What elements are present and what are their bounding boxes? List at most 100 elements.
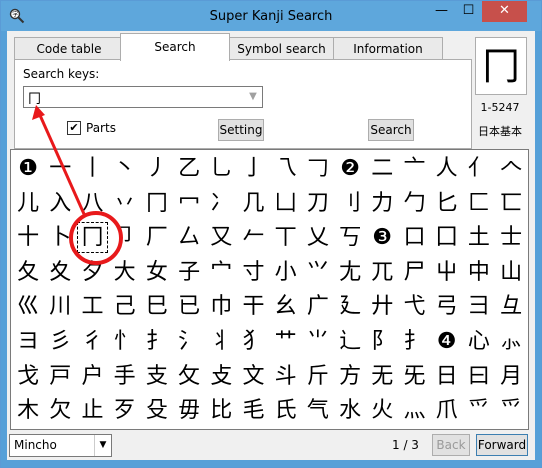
kanji-cell[interactable]: 乁 [270, 152, 302, 185]
kanji-cell[interactable]: 扌 [141, 325, 173, 358]
kanji-cell[interactable]: 攴 [205, 360, 237, 393]
kanji-cell[interactable]: 夂 [12, 256, 44, 289]
kanji-cell[interactable]: 凵 [270, 187, 302, 220]
kanji-cell[interactable]: ヨ [12, 325, 44, 358]
kanji-cell[interactable]: 丿 [141, 152, 173, 185]
kanji-cell[interactable]: 方 [334, 360, 366, 393]
kanji-cell[interactable]: 日 [431, 360, 463, 393]
kanji-cell[interactable]: 𠂉 [237, 221, 269, 254]
kanji-cell[interactable]: 丶 [109, 152, 141, 185]
kanji-cell[interactable]: 卩 [109, 221, 141, 254]
kanji-cell[interactable]: 土 [463, 221, 495, 254]
chevron-down-icon[interactable]: ▼ [94, 435, 111, 456]
kanji-cell[interactable]: 止 [76, 394, 108, 427]
kanji-cell[interactable]: 手 [109, 360, 141, 393]
kanji-cell[interactable]: ⺤ [495, 394, 527, 427]
kanji-cell[interactable]: 户 [76, 360, 108, 393]
kanji-cell[interactable]: 丅 [270, 221, 302, 254]
minimize-button[interactable]: — [428, 1, 455, 22]
kanji-cell[interactable]: ⺗ [495, 325, 527, 358]
kanji-cell[interactable]: 辶 [334, 325, 366, 358]
kanji-cell[interactable]: 匕 [431, 187, 463, 220]
kanji-cell[interactable]: 儿 [12, 187, 44, 220]
kanji-cell[interactable]: 八 [76, 187, 108, 220]
kanji-cell[interactable]: 斗 [270, 360, 302, 393]
kanji-cell[interactable]: 亻 [463, 152, 495, 185]
kanji-cell[interactable]: 弋 [398, 290, 430, 323]
kanji-cell[interactable]: 乙 [173, 152, 205, 185]
kanji-cell[interactable]: 女 [141, 256, 173, 289]
kanji-cell[interactable]: 尸 [398, 256, 430, 289]
kanji-cell[interactable]: 无 [366, 360, 398, 393]
kanji-cell[interactable]: 刀 [302, 187, 334, 220]
kanji-cell[interactable]: 勹 [398, 187, 430, 220]
kanji-cell[interactable]: 巳 [141, 290, 173, 323]
kanji-cell[interactable]: 已 [173, 290, 205, 323]
kanji-cell[interactable]: 寸 [237, 256, 269, 289]
kanji-cell[interactable]: 巛 [12, 290, 44, 323]
forward-button[interactable]: Forward [476, 434, 528, 456]
kanji-cell[interactable]: 彐 [463, 290, 495, 323]
kanji-cell[interactable]: 毛 [237, 394, 269, 427]
kanji-cell[interactable]: 几 [237, 187, 269, 220]
kanji-cell[interactable]: 木 [12, 394, 44, 427]
kanji-cell[interactable]: 宀 [205, 256, 237, 289]
kanji-cell[interactable]: 工 [76, 290, 108, 323]
kanji-cell[interactable]: 爪 [431, 394, 463, 427]
kanji-cell[interactable]: 力 [366, 187, 398, 220]
kanji-cell[interactable]: 十 [12, 221, 44, 254]
kanji-cell[interactable]: 广 [302, 290, 334, 323]
font-select[interactable]: Mincho ▼ [9, 434, 112, 457]
title-bar[interactable]: 字 Super Kanji Search — ☐ ✕ [1, 1, 541, 31]
kanji-cell[interactable]: 爫 [463, 394, 495, 427]
kanji-cell[interactable]: 𠃌 [302, 152, 334, 185]
kanji-cell[interactable]: 又 [205, 221, 237, 254]
kanji-cell[interactable]: 氏 [270, 394, 302, 427]
kanji-cell[interactable]: 冂 [141, 187, 173, 220]
kanji-cell[interactable]: 旡 [398, 360, 430, 393]
kanji-cell[interactable]: 丂 [334, 221, 366, 254]
tab-symbol-search[interactable]: Symbol search [228, 37, 335, 60]
kanji-cell[interactable]: 中 [463, 256, 495, 289]
kanji-cell[interactable]: 亠 [398, 152, 430, 185]
kanji-cell[interactable]: 幺 [270, 290, 302, 323]
tab-code-table[interactable]: Code table [14, 37, 124, 60]
kanji-cell[interactable]: 己 [109, 290, 141, 323]
dropdown-arrow-icon[interactable]: ▼ [245, 88, 261, 106]
maximize-button[interactable]: ☐ [455, 1, 482, 22]
kanji-cell[interactable]: 火 [366, 394, 398, 427]
kanji-cell[interactable]: 比 [205, 394, 237, 427]
kanji-cell[interactable]: ⺘ [398, 325, 430, 358]
kanji-cell[interactable]: 欠 [44, 394, 76, 427]
kanji-cell[interactable]: 入 [44, 187, 76, 220]
kanji-cell[interactable]: 口 [398, 221, 430, 254]
kanji-cell[interactable]: 阝 [366, 325, 398, 358]
kanji-cell[interactable]: 彡 [44, 325, 76, 358]
kanji-cell[interactable]: 支 [141, 360, 173, 393]
close-button[interactable]: ✕ [482, 1, 527, 22]
kanji-cell[interactable]: 匚 [463, 187, 495, 220]
kanji-cell[interactable]: 廾 [366, 290, 398, 323]
kanji-cell[interactable]: 巾 [205, 290, 237, 323]
kanji-cell[interactable]: 尢 [334, 256, 366, 289]
kanji-cell[interactable]: 厂 [141, 221, 173, 254]
kanji-cell[interactable]: 丷 [109, 187, 141, 220]
kanji-cell[interactable]: 丬 [205, 325, 237, 358]
kanji-cell[interactable]: 刂 [334, 187, 366, 220]
kanji-cell[interactable]: 夊 [44, 256, 76, 289]
kanji-cell[interactable]: 山 [495, 256, 527, 289]
kanji-cell[interactable]: 水 [334, 394, 366, 427]
kanji-cell[interactable]: 戸 [44, 360, 76, 393]
kanji-cell[interactable]: 艹 [270, 325, 302, 358]
search-button[interactable]: Search [368, 119, 414, 141]
kanji-cell[interactable]: 攵 [173, 360, 205, 393]
kanji-cell[interactable]: 冫 [205, 187, 237, 220]
kanji-cell[interactable]: 人 [431, 152, 463, 185]
kanji-cell[interactable]: 文 [237, 360, 269, 393]
kanji-cell[interactable]: 𠆢 [495, 152, 527, 185]
kanji-cell[interactable]: 冂 [76, 221, 108, 254]
kanji-cell[interactable]: 干 [237, 290, 269, 323]
kanji-cell[interactable]: 囗 [431, 221, 463, 254]
kanji-cell[interactable]: ⺌ [302, 325, 334, 358]
kanji-cell[interactable]: 弓 [431, 290, 463, 323]
